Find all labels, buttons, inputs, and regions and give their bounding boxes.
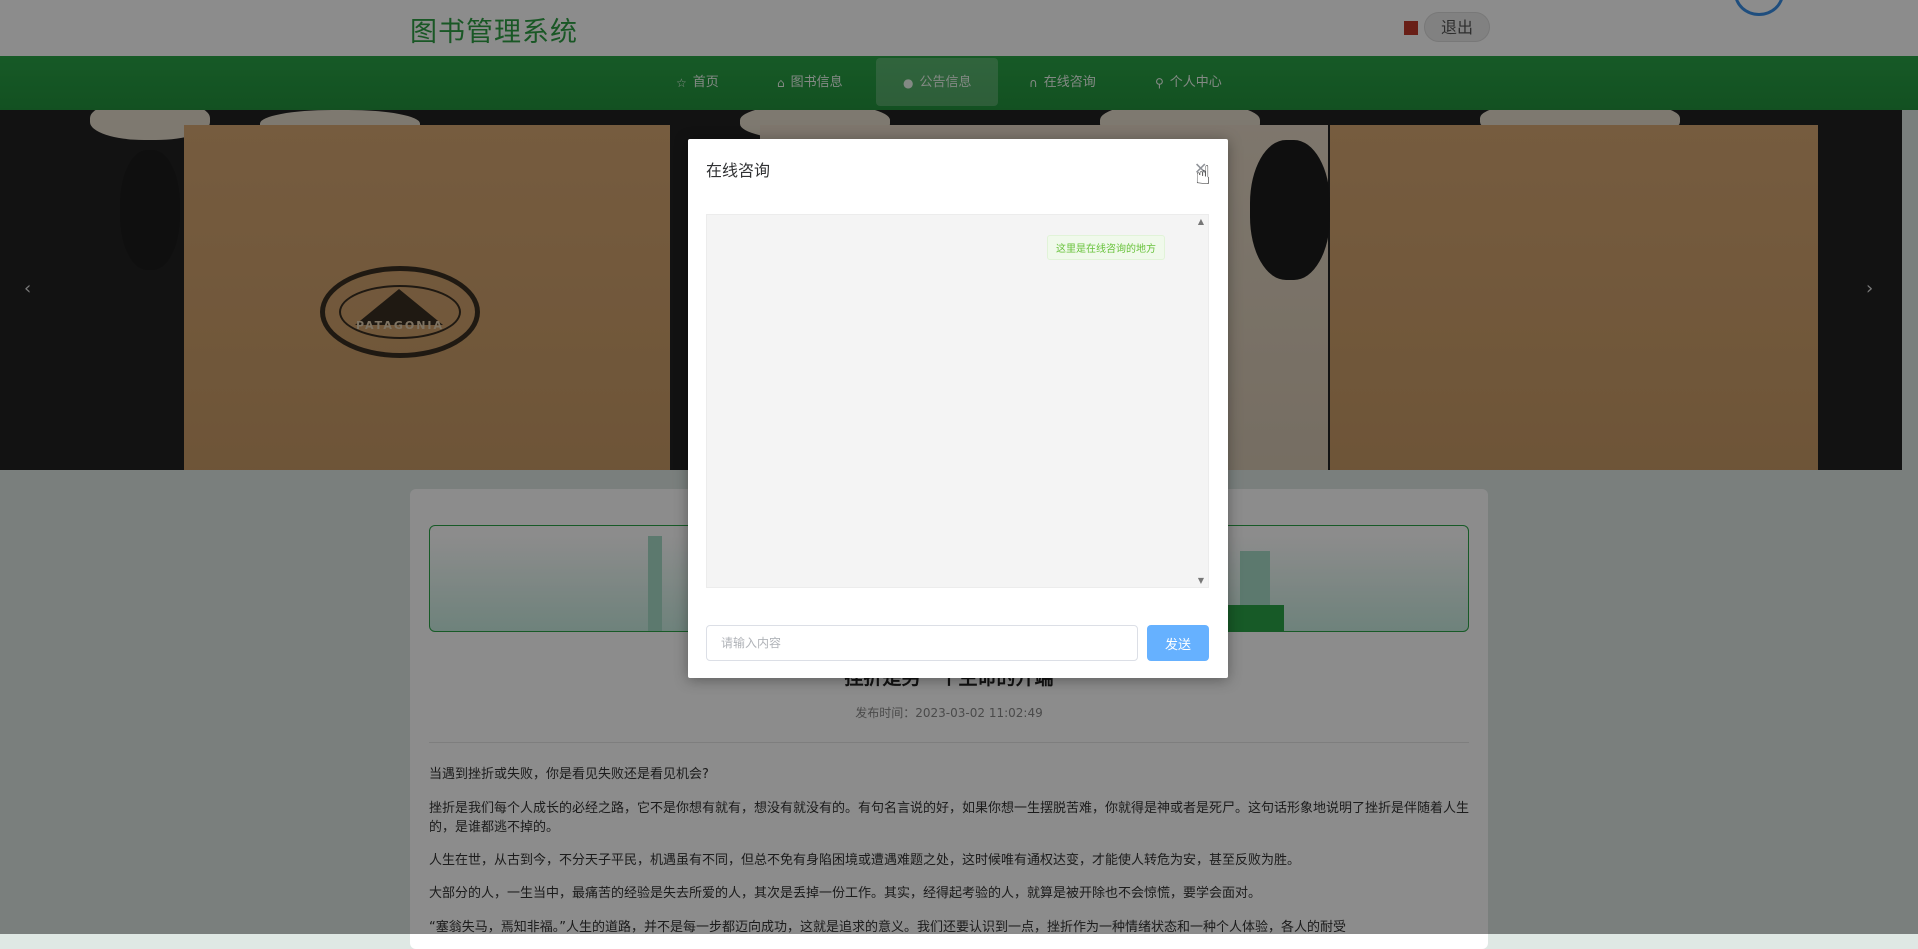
scroll-up-icon[interactable]: ▲ — [1198, 217, 1204, 226]
dialog-title: 在线咨询 — [706, 161, 771, 180]
send-button[interactable]: 发送 — [1147, 625, 1209, 661]
scroll-down-icon[interactable]: ▼ — [1198, 576, 1204, 585]
chat-message-area[interactable]: ▲ 这里是在线咨询的地方 ▼ — [706, 214, 1209, 588]
hand-cursor-icon: ☝ — [1195, 161, 1211, 191]
chat-input[interactable] — [706, 625, 1138, 661]
consult-dialog: 在线咨询 ✕ ☝ ▲ 这里是在线咨询的地方 ▼ 发送 — [688, 139, 1228, 678]
chat-message-bubble: 这里是在线咨询的地方 — [1047, 235, 1165, 260]
